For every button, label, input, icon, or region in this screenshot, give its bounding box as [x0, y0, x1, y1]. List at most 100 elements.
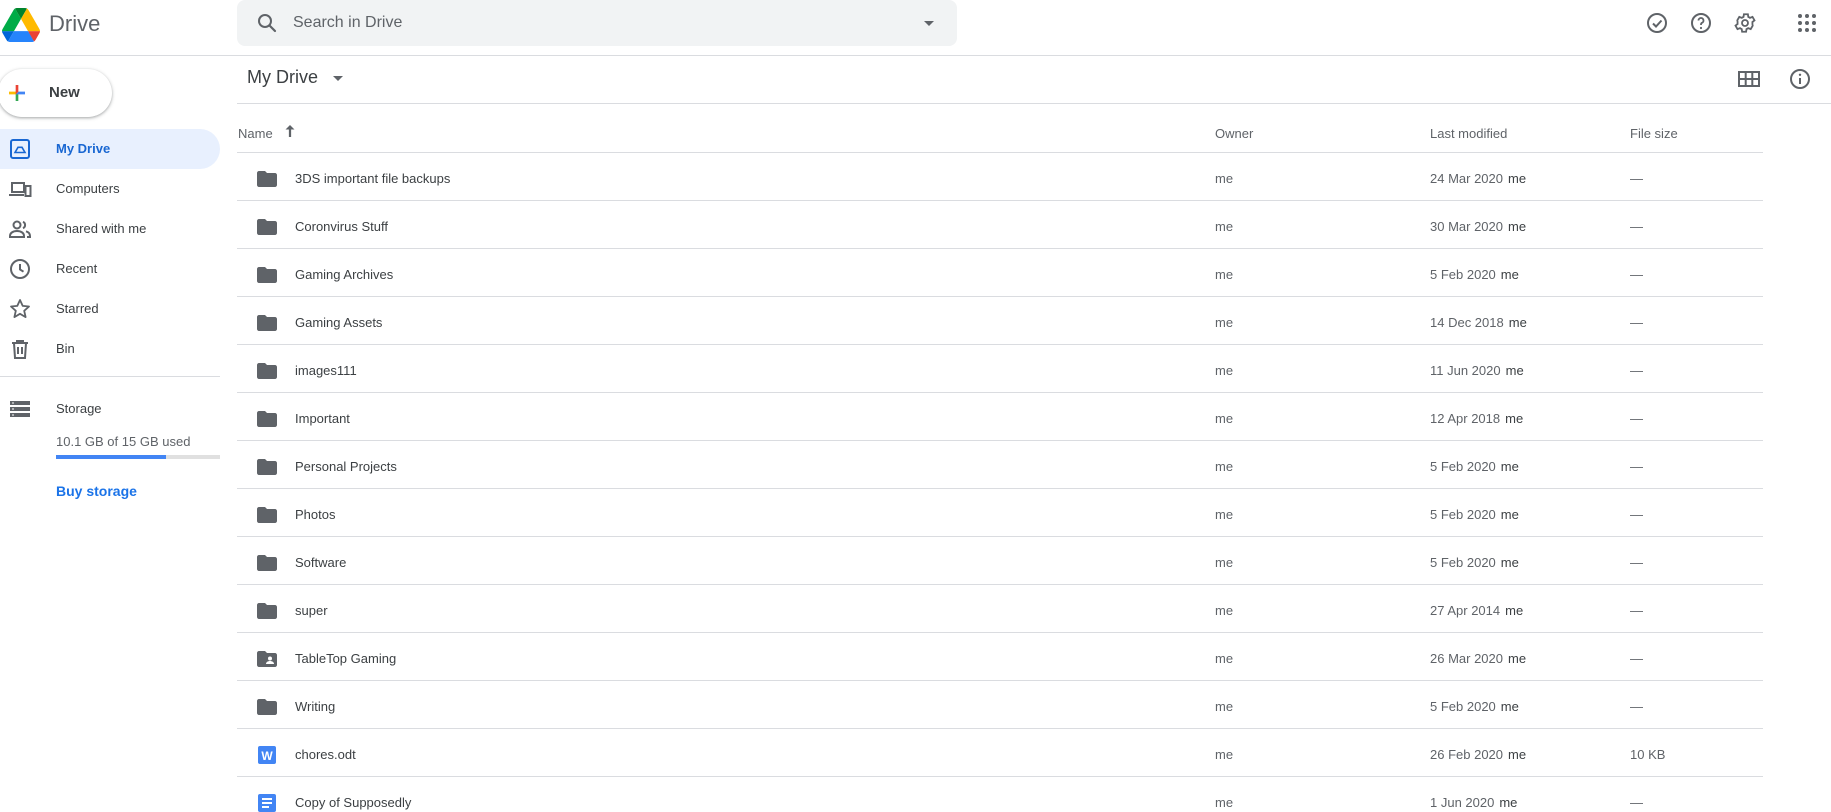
sidebar-item-my-drive[interactable]: My Drive	[0, 129, 220, 169]
file-name: Copy of Supposedly	[295, 795, 412, 810]
file-row[interactable]: Personal Projects me 5 Feb 2020 me —	[237, 441, 1763, 489]
file-modified-by: me	[1508, 171, 1527, 186]
file-row[interactable]: images111 me 11 Jun 2020 me —	[237, 345, 1763, 393]
file-row[interactable]: Gaming Assets me 14 Dec 2018 me —	[237, 297, 1763, 345]
file-row[interactable]: Important me 12 Apr 2018 me —	[237, 393, 1763, 441]
file-last-modified: 26 Feb 2020 me	[1430, 747, 1526, 762]
folder-icon	[257, 459, 277, 475]
file-modified-date: 24 Mar 2020	[1430, 171, 1503, 186]
file-last-modified: 12 Apr 2018 me	[1430, 411, 1523, 426]
file-last-modified: 14 Dec 2018 me	[1430, 315, 1527, 330]
offline-ready-icon[interactable]	[1645, 11, 1669, 35]
file-name: Important	[295, 411, 350, 426]
sidebar-item-shared-with-me[interactable]: Shared with me	[0, 209, 220, 249]
file-name: 3DS important file backups	[295, 171, 451, 186]
file-row[interactable]: Writing me 5 Feb 2020 me —	[237, 681, 1763, 729]
file-row[interactable]: 3DS important file backups me 24 Mar 2020 m…	[237, 153, 1763, 201]
new-button[interactable]: New	[0, 69, 112, 117]
folder-icon	[257, 603, 277, 619]
file-owner: me	[1215, 555, 1234, 570]
file-modified-date: 5 Feb 2020	[1430, 699, 1496, 714]
file-modified-date: 1 Jun 2020	[1430, 795, 1495, 810]
sidebar-item-label: Computers	[56, 181, 120, 196]
shared-folder-icon	[257, 651, 277, 667]
search-options-dropdown-icon[interactable]	[917, 11, 941, 35]
file-owner: me	[1215, 219, 1234, 234]
buy-storage-link[interactable]: Buy storage	[56, 483, 137, 499]
drive-logo-icon[interactable]	[2, 6, 40, 44]
apps-grid-icon[interactable]	[1795, 11, 1819, 35]
file-row[interactable]: Coronvirus Stuff me 30 Mar 2020 me —	[237, 201, 1763, 249]
file-modified-by: me	[1508, 315, 1527, 330]
file-row[interactable]: Gaming Archives me 5 Feb 2020 me —	[237, 249, 1763, 297]
file-row[interactable]: Wchores.odt me 26 Feb 2020 me 10 KB	[237, 729, 1763, 777]
top-bar: Drive	[0, 0, 1831, 56]
file-owner: me	[1215, 651, 1234, 666]
column-header-file-size[interactable]: File size	[1630, 126, 1678, 141]
storage-usage-text: 10.1 GB of 15 GB used	[56, 434, 191, 449]
file-modified-by: me	[1500, 459, 1519, 474]
file-modified-date: 11 Jun 2020	[1430, 363, 1501, 378]
file-last-modified: 1 Jun 2020 me	[1430, 795, 1517, 810]
trash-icon	[12, 340, 28, 359]
file-owner: me	[1215, 411, 1234, 426]
file-modified-by: me	[1505, 411, 1524, 426]
file-name: Photos	[295, 507, 336, 522]
file-owner: me	[1215, 267, 1234, 282]
sidebar-item-label: Recent	[56, 261, 98, 276]
file-modified-by: me	[1508, 219, 1527, 234]
column-header-owner[interactable]: Owner	[1215, 126, 1253, 141]
file-size: —	[1630, 603, 1643, 618]
file-last-modified: 5 Feb 2020 me	[1430, 459, 1519, 474]
file-modified-by: me	[1505, 363, 1524, 378]
file-modified-by: me	[1508, 651, 1527, 666]
file-size: —	[1630, 555, 1643, 570]
grid-view-icon[interactable]	[1737, 67, 1761, 91]
star-icon	[10, 299, 30, 318]
folder-icon	[257, 699, 277, 715]
folder-icon	[257, 267, 277, 283]
file-row[interactable]: Photos me 5 Feb 2020 me —	[237, 489, 1763, 537]
file-name: Gaming Archives	[295, 267, 394, 282]
file-last-modified: 5 Feb 2020 me	[1430, 267, 1519, 282]
file-name: Coronvirus Stuff	[295, 219, 388, 234]
svg-text:W: W	[261, 749, 273, 763]
folder-icon	[257, 363, 277, 379]
file-size: —	[1630, 411, 1643, 426]
file-name: images111	[295, 363, 357, 378]
sidebar-item-bin[interactable]: Bin	[0, 329, 220, 369]
search-icon[interactable]	[255, 11, 279, 35]
sidebar-item-recent[interactable]: Recent	[0, 249, 220, 289]
file-row[interactable]: Copy of Supposedly me 1 Jun 2020 me —	[237, 777, 1763, 812]
page-title[interactable]: My Drive	[247, 67, 318, 88]
sidebar-divider	[0, 376, 220, 377]
search-input[interactable]	[293, 0, 873, 46]
file-owner: me	[1215, 363, 1234, 378]
file-owner: me	[1215, 315, 1234, 330]
file-row[interactable]: Software me 5 Feb 2020 me —	[237, 537, 1763, 585]
search-bar[interactable]	[237, 0, 957, 46]
app-title[interactable]: Drive	[49, 10, 100, 38]
sidebar-item-starred[interactable]: Starred	[0, 289, 220, 329]
info-icon[interactable]	[1788, 67, 1812, 91]
chevron-down-icon[interactable]	[326, 66, 350, 90]
file-modified-by: me	[1500, 267, 1519, 282]
help-icon[interactable]	[1689, 11, 1713, 35]
file-row[interactable]: TableTop Gaming me 26 Mar 2020 me —	[237, 633, 1763, 681]
file-last-modified: 5 Feb 2020 me	[1430, 555, 1519, 570]
sort-ascending-arrow-icon[interactable]	[281, 122, 299, 140]
file-modified-date: 12 Apr 2018	[1430, 411, 1501, 426]
file-name: Personal Projects	[295, 459, 397, 474]
settings-icon[interactable]	[1733, 11, 1757, 35]
file-size: —	[1630, 795, 1643, 810]
folder-icon	[257, 315, 277, 331]
file-name: Gaming Assets	[295, 315, 383, 330]
file-modified-date: 14 Dec 2018	[1430, 315, 1504, 330]
sidebar-item-computers[interactable]: Computers	[0, 169, 220, 209]
storage-usage-bar	[56, 455, 220, 459]
file-name: chores.odt	[295, 747, 356, 762]
column-header-last-modified[interactable]: Last modified	[1430, 126, 1507, 141]
column-header-name[interactable]: Name	[238, 126, 273, 141]
file-row[interactable]: super me 27 Apr 2014 me —	[237, 585, 1763, 633]
sidebar-item-storage[interactable]: Storage	[0, 389, 220, 429]
